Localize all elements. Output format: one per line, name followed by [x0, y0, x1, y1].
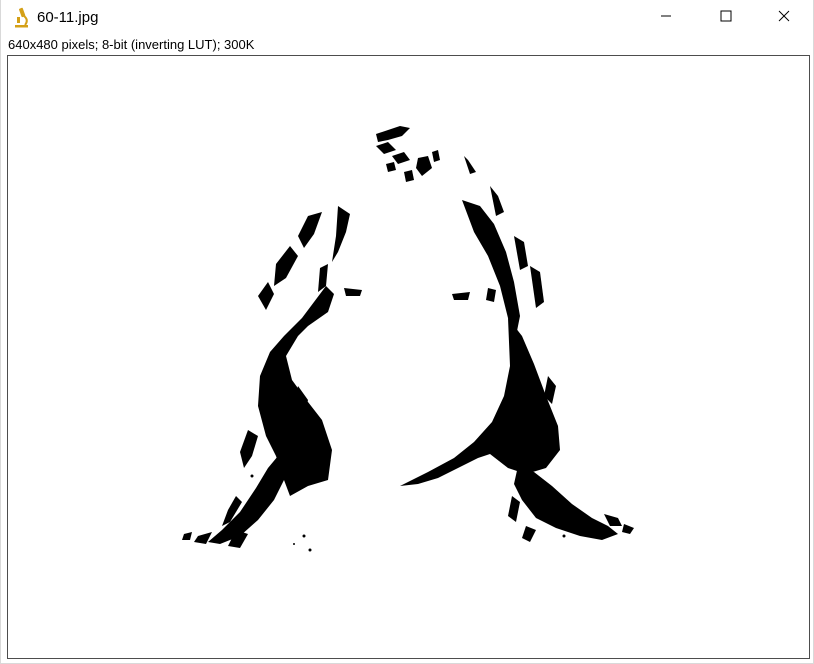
image-window: 60-11.jpg 640x480 pixels; 8-bit (inverti…: [0, 0, 814, 664]
minimize-icon: [660, 9, 672, 27]
image-canvas[interactable]: [7, 55, 810, 659]
title-bar[interactable]: 60-11.jpg: [1, 0, 813, 36]
maximize-icon: [720, 9, 732, 27]
maximize-button[interactable]: [697, 0, 755, 36]
close-button[interactable]: [755, 0, 813, 36]
thresholded-image: [182, 126, 634, 552]
window-title: 60-11.jpg: [37, 9, 99, 26]
minimize-button[interactable]: [637, 0, 695, 36]
image-info-label: 640x480 pixels; 8-bit (inverting LUT); 3…: [8, 37, 255, 52]
microscope-icon: [13, 7, 31, 29]
close-icon: [778, 9, 790, 27]
